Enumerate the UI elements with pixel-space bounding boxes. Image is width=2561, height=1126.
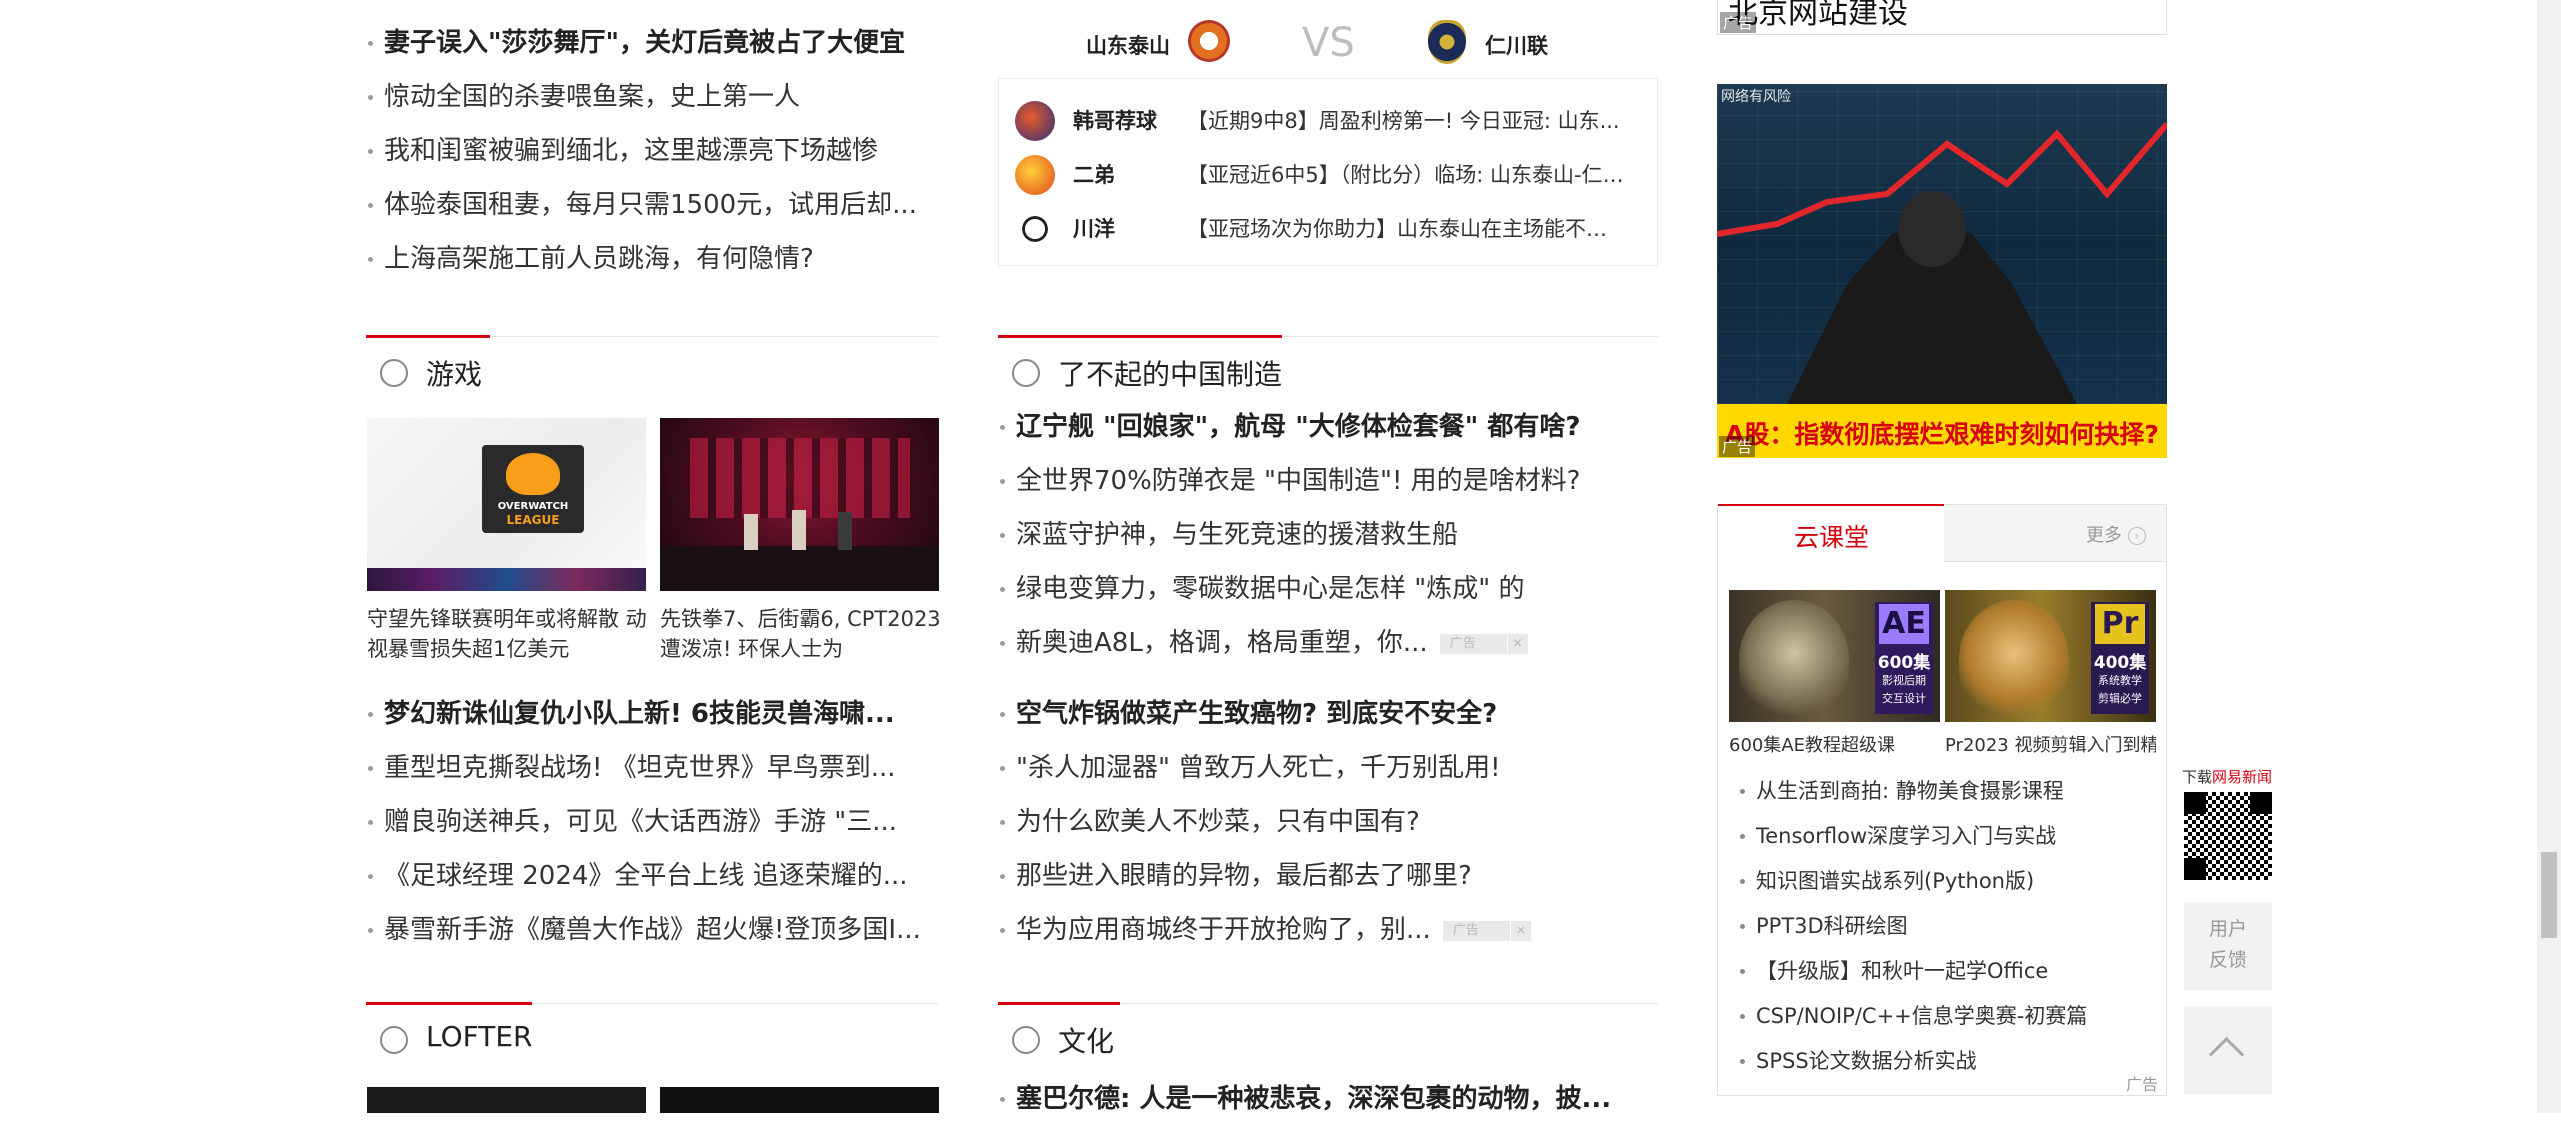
tab-yunketang[interactable]: 云课堂 bbox=[1718, 504, 1944, 562]
news-item[interactable]: "杀人加湿器" 曾致万人死亡，千万别乱用! bbox=[998, 741, 1658, 795]
qr-code bbox=[2184, 792, 2272, 880]
culture-headline[interactable]: 塞巴尔德: 人是一种被悲哀，深深包裹的动物，披... bbox=[998, 1072, 1658, 1126]
news-item[interactable]: 上海高架施工前人员跳海，有何隐情? bbox=[366, 232, 936, 286]
course-list-item[interactable]: CSP/NOIP/C++信息学奥赛-初赛篇 bbox=[1734, 994, 2154, 1039]
chevron-up-icon bbox=[2208, 1036, 2245, 1073]
overwatch-league-logo: OVERWATCH LEAGUE bbox=[482, 445, 584, 533]
course-list-item[interactable]: Tensorflow深度学习入门与实战 bbox=[1734, 814, 2154, 859]
avatar bbox=[1015, 155, 1055, 195]
section-header-culture: 文化 bbox=[998, 1002, 1658, 1070]
ad-tag[interactable]: 广告 × bbox=[1439, 633, 1528, 654]
pr-badge: Pr bbox=[2095, 604, 2145, 644]
news-item[interactable]: 深蓝守护神，与生死竞速的援潜救生船 bbox=[998, 508, 1658, 562]
match-tips-box: 韩哥荐球 【近期9中8】周盈利榜第一! 今日亚冠: 山东... 二弟 【亚冠近6… bbox=[998, 78, 1658, 266]
course-pr-caption[interactable]: Pr2023 视频剪辑入门到精 bbox=[1945, 731, 2156, 761]
match-tip-row[interactable]: 二弟 【亚冠近6中5】（附比分）临场: 山东泰山-仁川联 bbox=[999, 147, 1659, 201]
top-news-list: 妻子误入"莎莎舞厅"，关灯后竟被占了大便宜 惊动全国的杀妻喂鱼案，史上第一人 我和闺… bbox=[366, 16, 936, 286]
news-item[interactable]: 华为应用商城终于开放抢购了，别... 广告 × bbox=[998, 903, 1658, 957]
avatar bbox=[1015, 101, 1055, 141]
match-box: 山东泰山 VS 仁川联 韩哥荐球 【近期9中8】周盈利榜第一! 今日亚冠: 山东… bbox=[998, 0, 1658, 266]
stock-ad-banner[interactable]: 网络有风险 A股：指数彻底摆烂艰难时刻如何抉择? 广告 bbox=[1717, 84, 2167, 458]
ad-label: 广告 bbox=[2125, 1075, 2158, 1094]
news-item[interactable]: 赠良驹送神兵，可见《大话西游》手游 "三... bbox=[366, 795, 936, 849]
course-list-item[interactable]: PPT3D科研绘图 bbox=[1734, 904, 2154, 949]
section-title-lofter[interactable]: LOFTER bbox=[426, 1020, 533, 1053]
news-item[interactable]: 妻子误入"莎莎舞厅"，关灯后竟被占了大便宜 bbox=[366, 16, 936, 70]
ad-label: 广告 bbox=[1720, 12, 1757, 33]
match-header: 山东泰山 VS 仁川联 bbox=[998, 0, 1658, 78]
home-team-name[interactable]: 山东泰山 bbox=[1086, 30, 1170, 60]
news-item[interactable]: 重型坦克撕裂战场! 《坦克世界》早鸟票到... bbox=[366, 741, 936, 795]
china-made-list-2: 空气炸锅做菜产生致癌物? 到底安不安全? "杀人加湿器" 曾致万人死亡，千万别乱… bbox=[998, 687, 1658, 957]
course-thumb-ae[interactable]: AE 600集 影视后期 交互设计 bbox=[1729, 590, 1940, 722]
top-text-ad[interactable]: 北京网站建设 广告 bbox=[1717, 0, 2167, 35]
lofter-icon bbox=[380, 1026, 408, 1054]
course-list-item[interactable]: SPSS论文数据分析实战 bbox=[1734, 1039, 2154, 1084]
news-item[interactable]: 全世界70%防弹衣是 "中国制造"! 用的是啥材料? bbox=[998, 454, 1658, 508]
match-tip-row[interactable]: 川洋 【亚冠场次为你助力】山东泰山在主场能不能双杀... bbox=[999, 201, 1659, 255]
news-item[interactable]: 《足球经理 2024》全平台上线 追逐荣耀的... bbox=[366, 849, 936, 903]
news-item[interactable]: 体验泰国租妻，每月只需1500元，试用后却... bbox=[366, 178, 936, 232]
news-item[interactable]: 新奥迪A8L，格调，格局重塑，你... 广告 × bbox=[998, 616, 1658, 670]
stock-chart-graphic bbox=[1717, 122, 2167, 404]
close-icon[interactable]: × bbox=[1509, 920, 1531, 941]
away-team-name[interactable]: 仁川联 bbox=[1485, 30, 1548, 60]
yunketang-box: 云课堂 更多 › AE 600集 影视后期 交互设计 600集AE教程超级课 P… bbox=[1717, 504, 2167, 1096]
games-news-list: 梦幻新诛仙复仇小队上新! 6技能灵兽海啸... 重型坦克撕裂战场! 《坦克世界》早… bbox=[366, 687, 936, 957]
section-header-games: 游戏 bbox=[366, 335, 938, 403]
course-list: 从生活到商拍: 静物美食摄影课程 Tensorflow深度学习入门与实战 知识图谱实… bbox=[1734, 769, 2154, 1084]
section-header-china-made: 了不起的中国制造 bbox=[998, 335, 1658, 403]
section-title-china-made[interactable]: 了不起的中国制造 bbox=[1058, 353, 1282, 393]
match-tip-row[interactable]: 韩哥荐球 【近期9中8】周盈利榜第一! 今日亚冠: 山东... bbox=[999, 93, 1659, 147]
news-item[interactable]: 空气炸锅做菜产生致癌物? 到底安不安全? bbox=[998, 687, 1658, 741]
lofter-thumb-2[interactable] bbox=[660, 1087, 939, 1113]
games-thumb-2-caption[interactable]: 先铁拳7、后街霸6, CPT2023遭泼凉! 环保人士为 bbox=[660, 604, 944, 664]
home-team-logo bbox=[1188, 20, 1230, 62]
more-link[interactable]: 更多 › bbox=[2086, 521, 2146, 547]
news-item[interactable]: 那些进入眼睛的异物，最后都去了哪里? bbox=[998, 849, 1658, 903]
course-list-item[interactable]: 【升级版】和秋叶一起学Office bbox=[1734, 949, 2154, 994]
course-thumb-pr[interactable]: Pr 400集 系统教学 剪辑必学 bbox=[1945, 590, 2156, 722]
avatar bbox=[1015, 209, 1055, 249]
games-thumb-2[interactable] bbox=[660, 418, 939, 591]
ad-tag[interactable]: 广告 × bbox=[1442, 920, 1531, 941]
news-item[interactable]: 辽宁舰 "回娘家"，航母 "大修体检套餐" 都有啥? bbox=[998, 400, 1658, 454]
stock-ad-watermark: 网络有风险 bbox=[1721, 89, 1791, 105]
stock-ad-caption: A股：指数彻底摆烂艰难时刻如何抉择? bbox=[1717, 404, 2167, 458]
section-title-culture[interactable]: 文化 bbox=[1058, 1020, 1114, 1060]
news-item[interactable]: 我和闺蜜被骗到缅北，这里越漂亮下场越惨 bbox=[366, 124, 936, 178]
china-made-list: 辽宁舰 "回娘家"，航母 "大修体检套餐" 都有啥? 全世界70%防弹衣是 "中国… bbox=[998, 400, 1658, 670]
feedback-button[interactable]: 用户 反馈 bbox=[2184, 902, 2272, 990]
course-list-item[interactable]: 知识图谱实战系列(Python版) bbox=[1734, 859, 2154, 904]
news-item[interactable]: 为什么欧美人不炒菜，只有中国有? bbox=[998, 795, 1658, 849]
games-thumb-1-caption[interactable]: 守望先锋联赛明年或将解散 动视暴雪损失超1亿美元 bbox=[367, 604, 649, 664]
news-item[interactable]: 绿电变算力，零碳数据中心是怎样 "炼成" 的 bbox=[998, 562, 1658, 616]
yunketang-tabs: 云课堂 更多 › bbox=[1718, 504, 2166, 562]
course-list-item[interactable]: 从生活到商拍: 静物美食摄影课程 bbox=[1734, 769, 2154, 814]
news-item[interactable]: 梦幻新诛仙复仇小队上新! 6技能灵兽海啸... bbox=[366, 687, 936, 741]
scrollbar-track[interactable] bbox=[2537, 0, 2561, 1113]
games-icon bbox=[380, 359, 408, 387]
games-thumb-1[interactable]: OVERWATCH LEAGUE bbox=[367, 418, 646, 591]
vs-label: VS bbox=[1302, 20, 1355, 66]
ad-label: 广告 bbox=[1719, 436, 1756, 457]
scrollbar-thumb[interactable] bbox=[2541, 852, 2557, 938]
section-title-games[interactable]: 游戏 bbox=[426, 353, 482, 393]
section-header-lofter: LOFTER bbox=[366, 1002, 938, 1070]
app-download[interactable]: 下载网易新闻 bbox=[2182, 766, 2274, 888]
ae-badge: AE bbox=[1879, 604, 1929, 644]
news-item[interactable]: 暴雪新手游《魔兽大作战》超火爆!登顶多国I... bbox=[366, 903, 936, 957]
news-item[interactable]: 惊动全国的杀妻喂鱼案，史上第一人 bbox=[366, 70, 936, 124]
culture-icon bbox=[1012, 1026, 1040, 1054]
back-to-top-button[interactable] bbox=[2184, 1006, 2272, 1094]
close-icon[interactable]: × bbox=[1506, 633, 1528, 654]
away-team-logo bbox=[1428, 20, 1466, 64]
course-ae-caption[interactable]: 600集AE教程超级课 bbox=[1729, 731, 1940, 761]
chevron-right-icon: › bbox=[2127, 527, 2146, 545]
gear-icon bbox=[1012, 359, 1040, 387]
lofter-thumb-1[interactable] bbox=[367, 1087, 646, 1113]
